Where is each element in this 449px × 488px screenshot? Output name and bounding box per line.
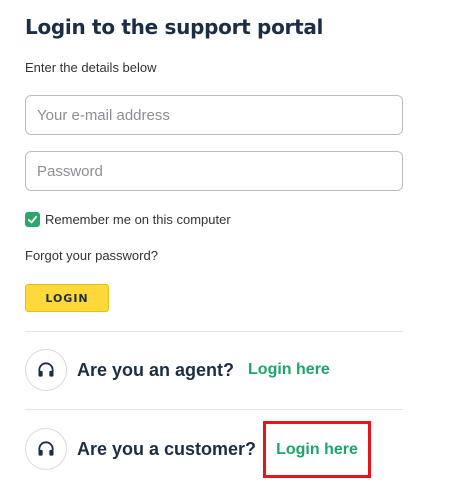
page-subtitle: Enter the details below (25, 60, 157, 75)
customer-login-highlight: Login here (263, 421, 371, 478)
headset-icon (38, 441, 54, 456)
page-title: Login to the support portal (25, 15, 324, 39)
remember-me-checkbox[interactable] (25, 212, 40, 227)
customer-question: Are you a customer? (77, 438, 257, 459)
customer-login-row: Are you a customer? (25, 428, 256, 470)
divider (25, 409, 403, 410)
agent-login-link[interactable]: Login here (248, 361, 330, 379)
remember-me-option[interactable]: Remember me on this computer (25, 212, 231, 227)
forgot-password-link[interactable]: Forgot your password? (25, 248, 158, 263)
email-field[interactable] (25, 95, 403, 135)
agent-icon-badge (25, 349, 67, 391)
login-button[interactable]: LOGIN (25, 284, 109, 312)
divider (25, 331, 403, 332)
password-field[interactable] (25, 151, 403, 191)
customer-icon-badge (25, 428, 67, 470)
agent-login-row: Are you an agent? Login here (25, 349, 330, 391)
remember-me-label: Remember me on this computer (45, 212, 231, 227)
customer-login-link[interactable]: Login here (276, 441, 358, 459)
agent-question: Are you an agent? (77, 359, 235, 380)
headset-icon (38, 362, 54, 377)
check-icon (27, 215, 38, 224)
